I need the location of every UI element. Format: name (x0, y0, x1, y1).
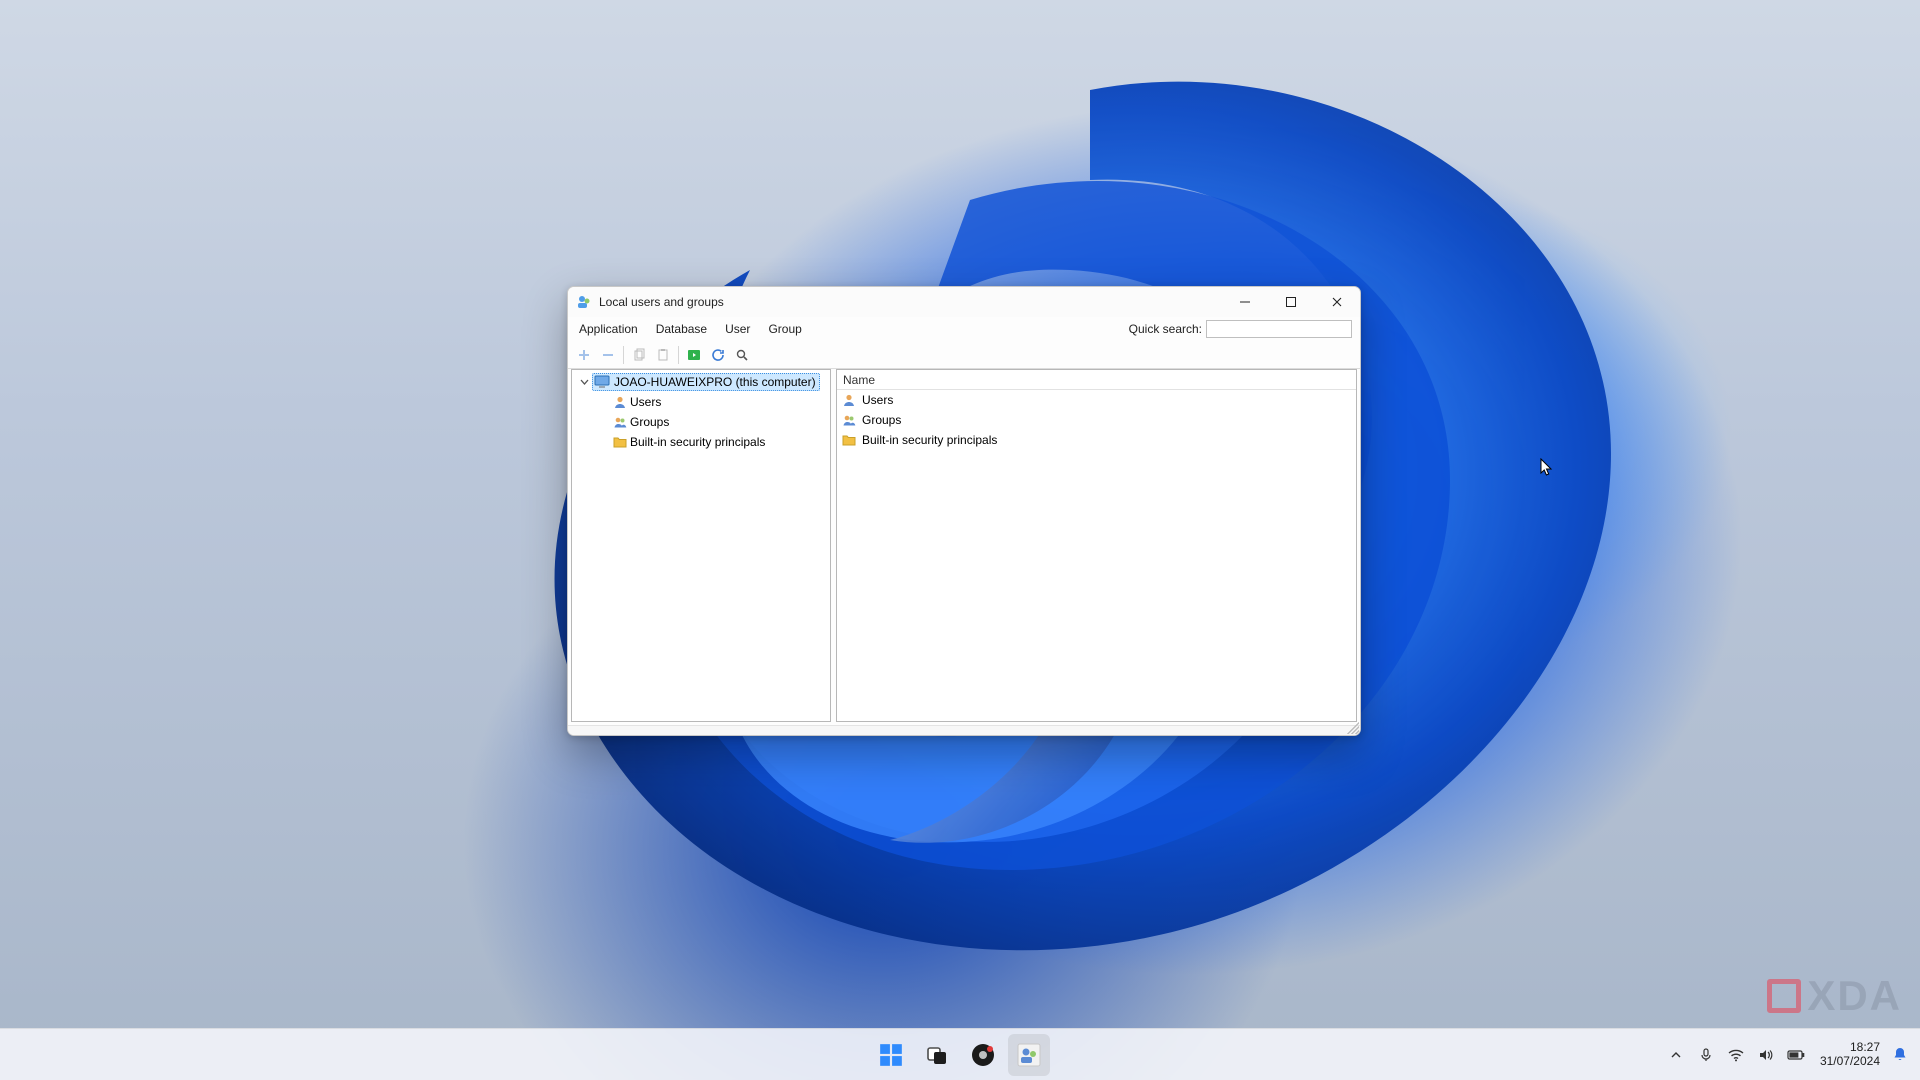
microphone-icon[interactable] (1696, 1043, 1716, 1067)
toolbar-export-button[interactable] (682, 344, 706, 366)
folder-icon (841, 432, 857, 448)
menubar: Application Database User Group Quick se… (568, 317, 1360, 341)
toolbar-copy-button[interactable] (627, 344, 651, 366)
maximize-button[interactable] (1268, 287, 1314, 317)
toolbar (568, 341, 1360, 369)
list-header[interactable]: Name (837, 370, 1356, 390)
minimize-button[interactable] (1222, 287, 1268, 317)
wifi-icon[interactable] (1726, 1043, 1746, 1067)
xda-watermark: XDA (1767, 972, 1902, 1020)
column-name[interactable]: Name (837, 373, 881, 387)
start-button[interactable] (870, 1034, 912, 1076)
app-icon (576, 294, 592, 310)
tree-root-node[interactable]: JOAO-HUAWEIXPRO (this computer) (572, 372, 830, 392)
titlebar[interactable]: Local users and groups (568, 287, 1360, 317)
toolbar-remove-button[interactable] (596, 344, 620, 366)
folder-icon (612, 434, 628, 450)
tray-overflow-button[interactable] (1666, 1043, 1686, 1067)
mouse-cursor-icon (1540, 458, 1554, 478)
tree: JOAO-HUAWEIXPRO (this computer) Users Gr… (572, 370, 830, 452)
quick-search-input[interactable] (1206, 320, 1352, 338)
list-cell: Groups (862, 413, 901, 427)
tree-root-label: JOAO-HUAWEIXPRO (this computer) (614, 375, 816, 389)
close-button[interactable] (1314, 287, 1360, 317)
taskview-button[interactable] (916, 1034, 958, 1076)
tree-expander-icon[interactable] (578, 376, 590, 388)
toolbar-add-button[interactable] (572, 344, 596, 366)
user-icon (841, 392, 857, 408)
menu-database[interactable]: Database (647, 319, 716, 339)
toolbar-refresh-button[interactable] (706, 344, 730, 366)
toolbar-separator (678, 346, 679, 364)
tree-node-label: Groups (630, 415, 669, 429)
taskbar-date: 31/07/2024 (1820, 1055, 1880, 1069)
xda-text: XDA (1807, 972, 1902, 1020)
taskbar-time: 18:27 (1850, 1041, 1880, 1055)
taskbar-center (870, 1034, 1050, 1076)
menu-user[interactable]: User (716, 319, 759, 339)
group-icon (841, 412, 857, 428)
taskbar[interactable]: 18:27 31/07/2024 (0, 1028, 1920, 1080)
list-cell: Users (862, 393, 893, 407)
app-window: Local users and groups Application Datab… (567, 286, 1361, 736)
toolbar-separator (623, 346, 624, 364)
taskbar-app-1[interactable] (962, 1034, 1004, 1076)
battery-icon[interactable] (1786, 1043, 1806, 1067)
taskbar-app-lusrmgr[interactable] (1008, 1034, 1050, 1076)
toolbar-paste-button[interactable] (651, 344, 675, 366)
menu-application[interactable]: Application (570, 319, 647, 339)
tree-node-groups[interactable]: Groups (572, 412, 830, 432)
list-row-builtin[interactable]: Built-in security principals (837, 430, 1356, 450)
tree-node-label: Built-in security principals (630, 435, 765, 449)
computer-icon (594, 374, 610, 390)
list-cell: Built-in security principals (862, 433, 997, 447)
tree-node-users[interactable]: Users (572, 392, 830, 412)
system-tray: 18:27 31/07/2024 (1666, 1041, 1910, 1069)
window-title: Local users and groups (599, 295, 724, 309)
toolbar-find-button[interactable] (730, 344, 754, 366)
statusbar (568, 725, 1360, 735)
tree-node-builtin[interactable]: Built-in security principals (572, 432, 830, 452)
list-row-groups[interactable]: Groups (837, 410, 1356, 430)
volume-icon[interactable] (1756, 1043, 1776, 1067)
list-row-users[interactable]: Users (837, 390, 1356, 410)
xda-logo-square (1767, 979, 1801, 1013)
list: Users Groups Built-in security principal… (837, 390, 1356, 450)
menu-group[interactable]: Group (759, 319, 810, 339)
quick-search-label: Quick search: (1129, 322, 1202, 336)
list-pane: Name Users Groups (836, 369, 1357, 722)
group-icon (612, 414, 628, 430)
tree-pane: JOAO-HUAWEIXPRO (this computer) Users Gr… (571, 369, 831, 722)
user-icon (612, 394, 628, 410)
taskbar-clock[interactable]: 18:27 31/07/2024 (1820, 1041, 1880, 1069)
tree-node-label: Users (630, 395, 661, 409)
notifications-icon[interactable] (1890, 1043, 1910, 1067)
resize-grip[interactable] (1347, 722, 1359, 734)
content-area: JOAO-HUAWEIXPRO (this computer) Users Gr… (568, 369, 1360, 725)
